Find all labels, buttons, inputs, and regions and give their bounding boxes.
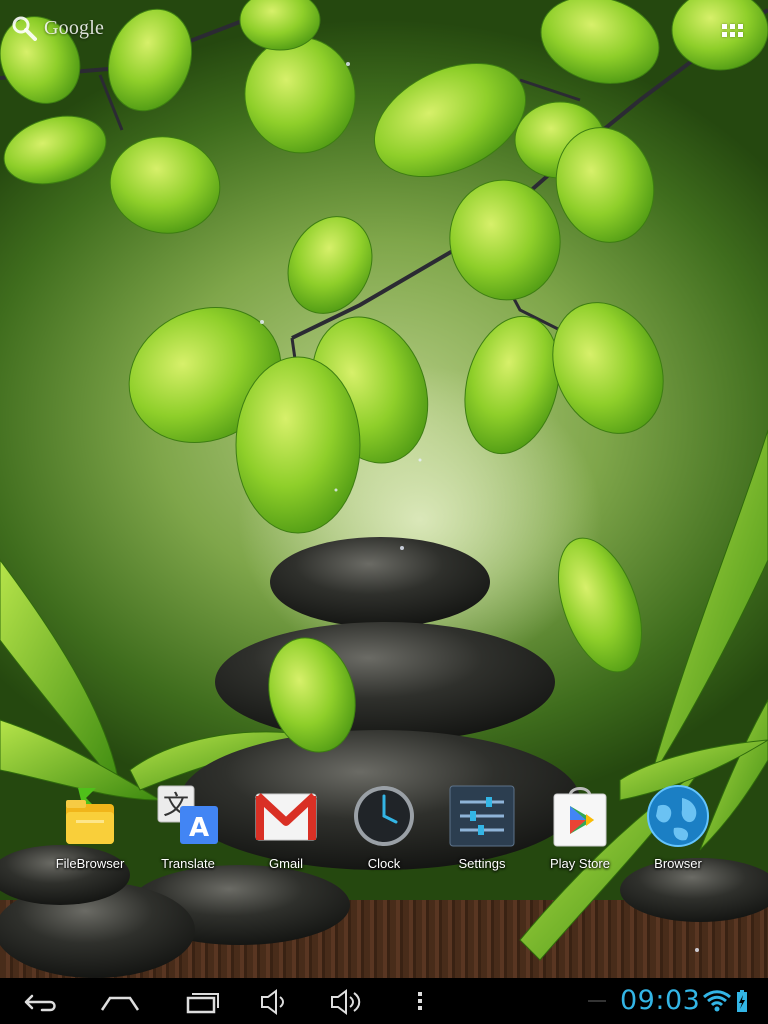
all-apps-grid-icon: [721, 23, 727, 29]
battery-charging-icon: [737, 990, 747, 1012]
translate-icon: 文 A: [154, 782, 222, 850]
all-apps-button[interactable]: [712, 14, 752, 46]
volume-down-icon: [261, 989, 284, 1015]
back-icon: [24, 994, 56, 1012]
file-browser-icon: [56, 782, 124, 850]
settings-icon: [448, 782, 516, 850]
search-widget-label: Google: [44, 16, 105, 39]
status-divider: [588, 1000, 606, 1002]
wifi-icon: [703, 990, 731, 1012]
system-status-icons[interactable]: [700, 988, 764, 1014]
home-screen: Google FileBrowser 文 A Translate Gmail C…: [0, 0, 768, 1024]
menu-dots-icon: [418, 992, 422, 1010]
app-clock[interactable]: Clock: [336, 782, 432, 878]
app-filebrowser[interactable]: FileBrowser: [42, 782, 138, 878]
clock-icon: [350, 782, 418, 850]
app-label: FileBrowser: [55, 856, 125, 871]
app-translate[interactable]: 文 A Translate: [140, 782, 236, 878]
volume-down-button[interactable]: [252, 984, 300, 1018]
recent-apps-icon: [186, 993, 219, 1014]
search-icon: [10, 14, 38, 42]
app-label: Browser: [654, 856, 702, 871]
svg-text:A: A: [189, 813, 209, 843]
status-clock[interactable]: 09:03: [620, 985, 700, 1016]
google-search-widget[interactable]: Google: [10, 12, 120, 44]
home-icon: [100, 996, 140, 1011]
home-button[interactable]: [96, 984, 144, 1018]
app-label: Gmail: [269, 856, 303, 871]
volume-up-button[interactable]: [322, 984, 370, 1018]
play-store-icon: [546, 782, 614, 850]
app-browser[interactable]: Browser: [630, 782, 726, 878]
app-label: Settings: [458, 856, 506, 871]
app-settings[interactable]: Settings: [434, 782, 530, 878]
back-button[interactable]: [16, 984, 64, 1018]
browser-globe-icon: [644, 782, 712, 850]
app-label: Translate: [161, 856, 215, 871]
app-dock: FileBrowser 文 A Translate Gmail Clock Se…: [40, 782, 740, 882]
gmail-icon: [252, 782, 320, 850]
app-gmail[interactable]: Gmail: [238, 782, 334, 878]
app-label: Play Store: [550, 856, 610, 871]
recent-apps-button[interactable]: [178, 984, 226, 1018]
volume-up-icon: [331, 989, 361, 1015]
menu-button[interactable]: [396, 984, 444, 1018]
app-play-store[interactable]: Play Store: [532, 782, 628, 878]
app-label: Clock: [367, 856, 401, 871]
